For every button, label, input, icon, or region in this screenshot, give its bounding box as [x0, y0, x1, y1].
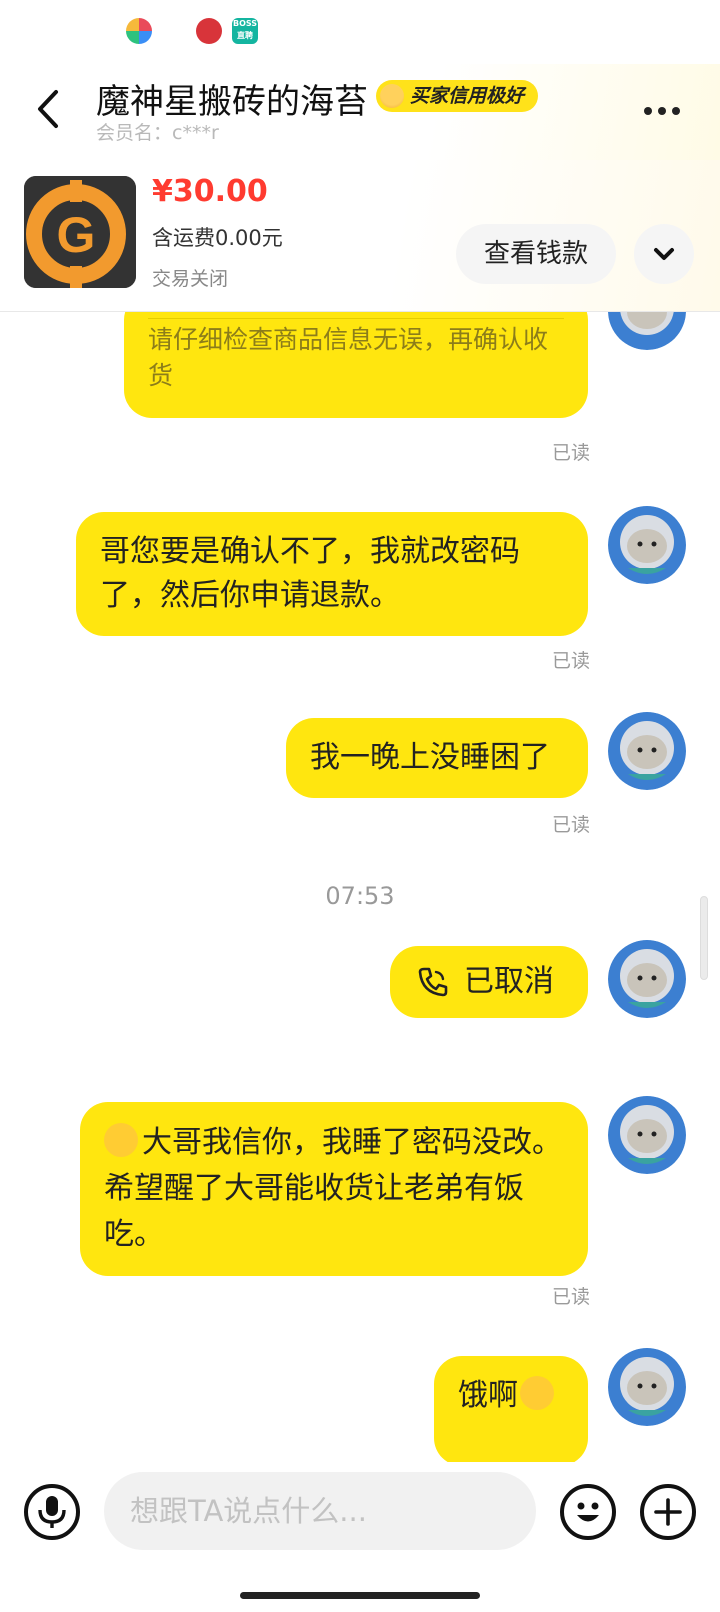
bank-notification-icon: [196, 18, 222, 44]
message-text: 我一晚上没睡困了: [310, 740, 550, 775]
boss-notification-icon: BOSS 直聘: [232, 18, 258, 44]
chat-title: 魔神星搬砖的海苔: [96, 82, 368, 122]
cat-astronaut-avatar-icon: [608, 940, 686, 1018]
dot-icon: [644, 107, 652, 115]
message-text: 大哥我信你，我睡了密码没改。希望醒了大哥能收货让老弟有饭吃。: [104, 1125, 562, 1252]
message-input[interactable]: 想跟TA说点什么...: [104, 1472, 536, 1550]
cat-astronaut-avatar-icon: [608, 1096, 686, 1174]
read-receipt: 已读: [551, 442, 590, 464]
smiley-icon: [577, 1502, 599, 1522]
call-status-text: 已取消: [464, 964, 554, 999]
item-shipping: 含运费0.00元: [152, 226, 283, 250]
cat-astronaut-avatar-icon: [608, 712, 686, 790]
trade-status: 交易关闭: [152, 268, 229, 290]
home-indicator[interactable]: [240, 1592, 480, 1599]
dot-icon: [672, 107, 680, 115]
chevron-down-icon: [654, 248, 674, 260]
chat-header: 魔神星搬砖的海苔 买家信用极好 会员名：c***r: [0, 64, 720, 160]
message-bubble[interactable]: 哥您要是确认不了，我就改密码了，然后你申请退款。: [76, 512, 588, 636]
view-payment-button[interactable]: 查看钱款: [456, 224, 616, 284]
credit-badge: 买家信用极好: [376, 80, 539, 112]
cat-astronaut-avatar-icon: [608, 312, 686, 350]
avatar[interactable]: [608, 506, 686, 584]
avatar[interactable]: [608, 1348, 686, 1426]
read-receipt: 已读: [551, 814, 590, 836]
dot-icon: [658, 107, 666, 115]
avatar[interactable]: [608, 712, 686, 790]
time-separator: 07:53: [325, 882, 395, 910]
message-text: 饿啊: [458, 1378, 518, 1413]
status-bar: BOSS 直聘: [0, 0, 720, 64]
item-thumbnail[interactable]: G: [24, 176, 136, 288]
phone-call-icon: [418, 967, 448, 997]
message-bubble[interactable]: 大哥我信你，我睡了密码没改。希望醒了大哥能收货让老弟有饭吃。: [80, 1102, 588, 1276]
app-notification-icon: [126, 18, 152, 44]
plus-icon: [654, 1498, 682, 1526]
avatar[interactable]: [608, 940, 686, 1018]
input-bar: 想跟TA说点什么...: [0, 1462, 720, 1562]
more-functions-button[interactable]: [640, 1484, 696, 1540]
message-text: 哥您要是确认不了，我就改密码了，然后你申请退款。: [100, 534, 520, 613]
bubble-divider: [148, 318, 564, 319]
message-bubble[interactable]: 饿啊: [434, 1356, 588, 1462]
avatar[interactable]: [608, 1096, 686, 1174]
heart-eyes-emoji-icon: [380, 84, 404, 108]
read-receipt: 已读: [551, 1286, 590, 1308]
member-name: 会员名：c***r: [96, 122, 219, 144]
back-arrow-icon: [38, 90, 58, 128]
credit-badge-label: 买家信用极好: [410, 85, 525, 107]
message-bubble[interactable]: 请仔细检查商品信息无误，再确认收货: [124, 312, 588, 418]
g-coin-logo-icon: G: [24, 176, 136, 288]
back-button[interactable]: [30, 84, 70, 134]
message-text: 请仔细检查商品信息无误，再确认收货: [148, 325, 549, 390]
read-receipt: 已读: [551, 650, 590, 672]
item-card[interactable]: G ¥30.00 含运费0.00元 交易关闭 查看钱款: [0, 160, 720, 312]
call-bubble[interactable]: 已取消: [390, 946, 588, 1018]
voice-button[interactable]: [24, 1484, 80, 1540]
message-bubble[interactable]: 我一晚上没睡困了: [286, 718, 588, 798]
chat-messages[interactable]: 请仔细检查商品信息无误，再确认收货 已读 哥您要是确认不了，我就改密码了，然后你…: [0, 312, 720, 1462]
crying-emoji-icon: [104, 1123, 138, 1157]
avatar[interactable]: [608, 312, 686, 350]
emoji-button[interactable]: [560, 1484, 616, 1540]
microphone-icon: [38, 1496, 66, 1528]
cat-astronaut-avatar-icon: [608, 506, 686, 584]
expand-button[interactable]: [634, 224, 694, 284]
cat-astronaut-avatar-icon: [608, 1348, 686, 1426]
svg-text:G: G: [57, 207, 96, 263]
item-price: ¥30.00: [152, 174, 268, 209]
more-options-button[interactable]: [644, 100, 692, 116]
scrollbar-thumb[interactable]: [700, 896, 708, 980]
crying-emoji-icon: [520, 1376, 554, 1410]
